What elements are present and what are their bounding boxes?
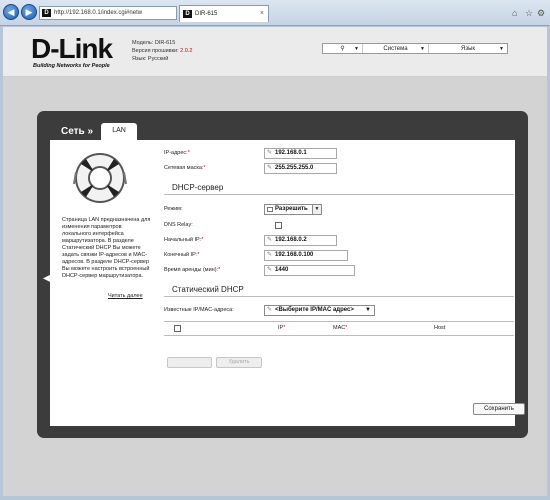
top-menu: ⚲ ▼ Система ▼ Язык ▼ (322, 43, 508, 54)
model-value: DIR-615 (154, 40, 176, 46)
breadcrumb[interactable]: Сеть » (61, 126, 93, 137)
dlink-favicon-icon: D (42, 9, 51, 17)
home-icon[interactable]: ⌂ (512, 8, 517, 18)
lightbulb-icon: ⚲ (340, 46, 345, 52)
address-bar[interactable]: D http://192.168.0.1/index.cgi#netw (39, 6, 177, 20)
menu-system-label: Система (383, 46, 408, 52)
lifebuoy-icon (73, 153, 127, 203)
chevron-down-icon: ▼ (354, 46, 359, 52)
firmware-label: Версия прошивки: (132, 48, 179, 54)
known-addresses-label: Известные IP/MAC-адреса: (164, 307, 234, 313)
page-header: D-Link Building Networks for People Моде… (3, 27, 547, 77)
pencil-icon: ✎ (267, 237, 273, 243)
start-ip-field[interactable]: ✎ 192.168.0.2 (264, 235, 337, 246)
chevron-down-icon: ▼ (312, 205, 321, 214)
help-text: Страница LAN предназначена для изменения… (62, 217, 151, 279)
device-info: Модель: DIR-615 Версия прошивки: 2.0.2 Я… (132, 39, 192, 63)
end-ip-label: Конечный IP:* (164, 252, 200, 258)
language-value: Русский (147, 56, 169, 62)
divider (164, 335, 514, 336)
menu-language[interactable]: Язык ▼ (429, 44, 507, 53)
favorites-star-icon[interactable]: ☆ (525, 8, 533, 18)
pencil-icon: ✎ (267, 267, 273, 273)
column-host: Host (434, 325, 446, 331)
delete-button[interactable]: Удалить (216, 357, 262, 368)
select-all-checkbox[interactable] (174, 325, 181, 332)
ip-address-field[interactable]: ✎ 192.168.0.1 (264, 148, 337, 159)
dns-relay-checkbox[interactable] (275, 222, 282, 229)
end-ip-field[interactable]: ✎ 192.168.0.100 (264, 250, 348, 261)
chevron-down-icon: ▼ (420, 46, 425, 52)
chevron-down-icon: ▼ (365, 307, 371, 313)
read-more-link[interactable]: Читать далее (108, 293, 143, 299)
divider (164, 296, 514, 297)
lan-settings-content: Страница LAN предназначена для изменения… (50, 140, 515, 426)
mask-label: Сетевая маска:* (164, 165, 206, 171)
settings-panel: Сеть » LAN ◀ Страница LAN предназначена … (37, 111, 528, 438)
column-ip: IP* (278, 325, 286, 331)
pencil-icon: ✎ (267, 150, 273, 156)
select-icon (267, 207, 273, 212)
divider (164, 194, 514, 195)
add-button[interactable] (167, 357, 212, 368)
start-ip-label: Начальный IP:* (164, 237, 204, 243)
firmware-value: 2.0.2 (180, 48, 193, 54)
known-addresses-select[interactable]: ✎ <Выберите IP/MAC адрес> ▼ (264, 305, 375, 316)
dlink-logo: D-Link (31, 33, 113, 64)
mode-label: Режим: (164, 206, 183, 212)
dhcp-section-title: DHCP-сервер (172, 183, 224, 192)
chevron-down-icon: ▼ (499, 46, 504, 52)
logo-tagline: Building Networks for People (33, 63, 110, 69)
router-page: D-Link Building Networks for People Моде… (3, 27, 547, 496)
menu-system[interactable]: Система ▼ (363, 44, 429, 53)
dns-relay-label: DNS Relay: (164, 222, 193, 228)
model-label: Модель: (132, 40, 154, 46)
settings-gear-icon[interactable]: ⚙ (537, 8, 545, 18)
menu-language-label: Язык (460, 46, 476, 52)
dhcp-mode-select[interactable]: Разрешить ▼ (264, 204, 322, 215)
close-tab-icon[interactable]: × (260, 6, 264, 22)
netmask-field[interactable]: ✎ 255.255.255.0 (264, 163, 337, 174)
address-text: http://192.168.0.1/index.cgi#netw (54, 10, 143, 16)
lease-time-label: Время аренды (мин):* (164, 267, 221, 273)
browser-toolbar: ◀ ▶ D http://192.168.0.1/index.cgi#netw … (0, 0, 550, 26)
ip-label: IP-адрес:* (164, 150, 190, 156)
tab-lan[interactable]: LAN (101, 123, 137, 140)
pencil-icon: ✎ (267, 252, 273, 258)
browser-tab[interactable]: D DIR-615 × (179, 5, 269, 22)
lease-time-field[interactable]: ✎ 1440 (264, 265, 355, 276)
dlink-favicon-icon: D (183, 10, 192, 18)
static-dhcp-title: Статический DHCP (172, 285, 244, 294)
forward-button[interactable]: ▶ (21, 4, 37, 20)
pencil-icon: ✎ (267, 165, 273, 171)
language-label: Язык: (132, 56, 147, 62)
back-button[interactable]: ◀ (3, 4, 19, 20)
hint-menu-button[interactable]: ⚲ ▼ (323, 44, 363, 53)
tab-title: DIR-615 (195, 11, 218, 17)
divider (164, 321, 514, 322)
save-button[interactable]: Сохранить (473, 403, 525, 415)
column-mac: MAC* (333, 325, 348, 331)
pencil-icon: ✎ (267, 307, 273, 313)
